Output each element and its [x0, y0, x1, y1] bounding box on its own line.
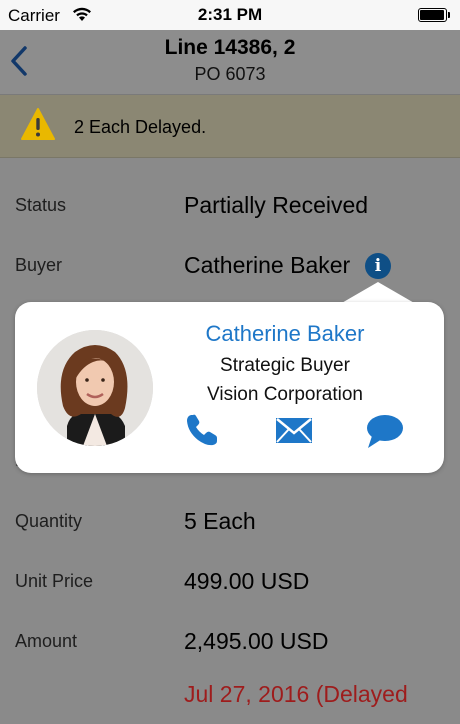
row-label: Status — [15, 195, 67, 215]
row-label: Unit Price — [15, 571, 94, 591]
page-subtitle: PO 6073 — [194, 64, 266, 84]
popover-arrow — [340, 282, 416, 304]
amount-row: Amount 2,495.00 USD — [0, 611, 460, 671]
row-label: Amount — [15, 631, 78, 651]
delay-warning-banner: 2 Each Delayed. — [0, 95, 460, 158]
quantity-row: Quantity 5 Each — [0, 491, 460, 551]
chat-icon[interactable] — [364, 410, 404, 450]
navigation-bar: Line 14386, 2 PO 6073 — [0, 30, 460, 95]
avatar — [37, 330, 153, 446]
status-bar: Carrier 2:31 PM — [0, 0, 460, 30]
row-value: 499.00 USD — [184, 568, 310, 594]
contact-name[interactable]: Catherine Baker — [165, 321, 405, 347]
phone-icon[interactable] — [182, 410, 222, 450]
status-row: Status Partially Received — [0, 175, 460, 235]
clock: 2:31 PM — [197, 5, 263, 24]
page-title: Line 14386, 2 — [164, 36, 296, 59]
row-value: 5 Each — [184, 508, 256, 534]
buyer-contact-popover: Catherine Baker Strategic Buyer Vision C… — [15, 302, 444, 473]
delivery-date-row: Jul 27, 2016 (Delayed — [0, 664, 460, 724]
buyer-name-value[interactable]: Catherine Baker — [184, 235, 350, 295]
unit-price-row: Unit Price 499.00 USD — [0, 551, 460, 611]
mail-icon[interactable] — [274, 410, 314, 450]
row-value: Partially Received — [184, 192, 369, 218]
warning-text: 2 Each Delayed. — [74, 117, 207, 137]
delayed-date-value: Jul 27, 2016 (Delayed — [184, 681, 408, 707]
warning-icon — [21, 108, 55, 140]
battery-icon — [418, 8, 450, 22]
row-label: Quantity — [15, 511, 83, 531]
row-value: 2,495.00 USD — [184, 628, 329, 654]
row-label: Buyer — [15, 255, 63, 275]
contact-organization: Vision Corporation — [207, 384, 363, 405]
info-icon[interactable]: i — [365, 253, 391, 279]
contact-title: Strategic Buyer — [220, 355, 350, 376]
